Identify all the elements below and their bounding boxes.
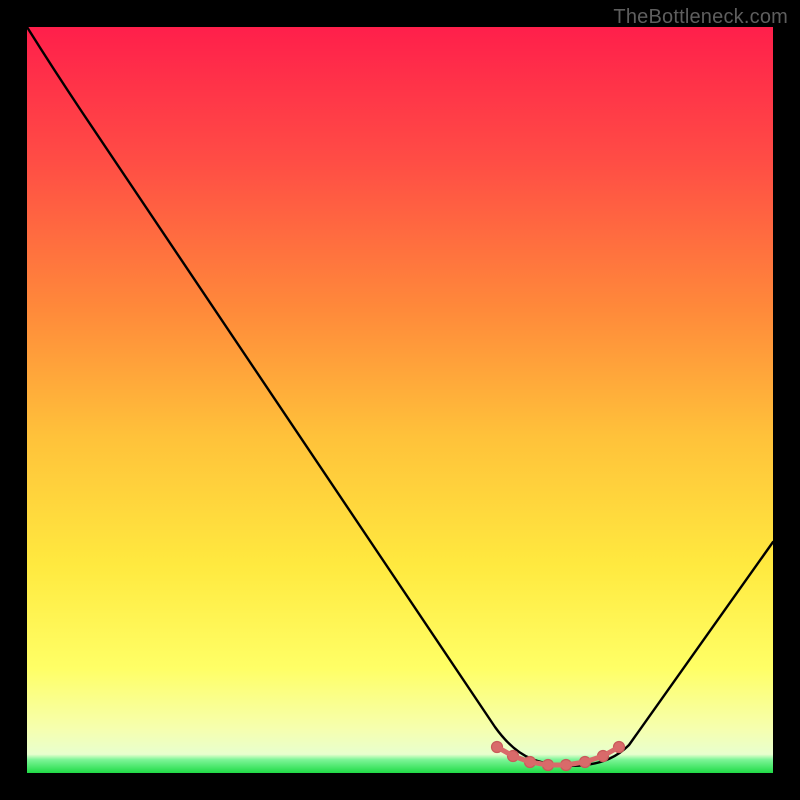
chart-svg xyxy=(27,27,773,773)
watermark-text: TheBottleneck.com xyxy=(613,6,788,29)
chart-frame: TheBottleneck.com xyxy=(0,0,800,800)
gradient-background xyxy=(27,27,773,773)
plot-area xyxy=(27,27,773,773)
